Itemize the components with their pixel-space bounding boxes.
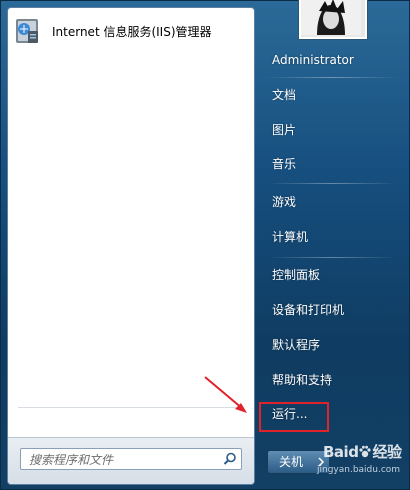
start-menu: Internet 信息服务(IIS)管理器 Administrator 文档 图…	[0, 0, 410, 490]
search-input[interactable]	[27, 451, 211, 469]
menu-item-pictures[interactable]: 图片	[272, 120, 296, 140]
user-avatar[interactable]	[299, 0, 367, 39]
menu-item-control-panel[interactable]: 控制面板	[272, 265, 320, 285]
right-separator	[267, 183, 397, 184]
run-highlight-box	[259, 402, 329, 432]
baidu-watermark: Baid 经验 jingyan.baidu.com	[317, 441, 402, 475]
watermark-url: jingyan.baidu.com	[317, 465, 401, 475]
menu-item-music[interactable]: 音乐	[272, 154, 296, 174]
right-separator	[267, 77, 397, 78]
menu-item-documents[interactable]: 文档	[272, 85, 296, 105]
paw-icon	[359, 445, 372, 458]
program-item-iis-manager[interactable]: Internet 信息服务(IIS)管理器	[10, 12, 250, 50]
menu-item-administrator[interactable]: Administrator	[272, 50, 354, 70]
annotation-arrow-icon	[204, 376, 247, 413]
search-strip	[8, 437, 254, 484]
program-label: Internet 信息服务(IIS)管理器	[52, 24, 212, 39]
watermark-jingyan-text: 经验	[372, 443, 402, 461]
watermark-logo-text: Baid	[323, 443, 359, 461]
iis-manager-icon	[16, 19, 38, 43]
menu-item-computer[interactable]: 计算机	[272, 227, 308, 247]
right-separator	[267, 257, 397, 258]
menu-item-help-support[interactable]: 帮助和支持	[272, 370, 332, 390]
menu-item-devices-printers[interactable]: 设备和打印机	[272, 300, 344, 320]
shutdown-button[interactable]: 关机	[267, 450, 315, 474]
menu-item-default-programs[interactable]: 默认程序	[272, 335, 320, 355]
menu-item-games[interactable]: 游戏	[272, 192, 296, 212]
avatar-image	[301, 0, 361, 35]
search-icon[interactable]	[223, 452, 237, 466]
search-box	[20, 448, 242, 470]
